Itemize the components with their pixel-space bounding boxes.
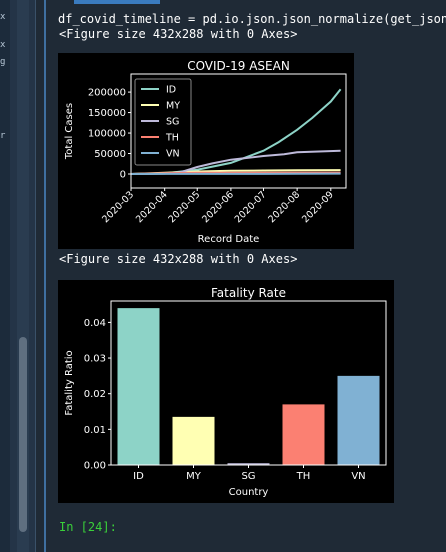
y-tick-label: 0.02 xyxy=(84,389,106,400)
y-tick-label: 200000 xyxy=(88,88,126,99)
bar-vn xyxy=(337,375,380,465)
x-tick-label: MY xyxy=(186,471,202,482)
gutter-text-char: x xyxy=(0,40,6,50)
x-tick-label: 2020-05 xyxy=(167,189,203,225)
bar-chart-figure: Fatality Rate ID MY SG TH VN 0.00 0.01 0.02 0.03 0… xyxy=(58,280,394,503)
line-chart-figure: COVID-19 ASEAN 0 50000 100000 150000 200000 20… xyxy=(58,53,354,249)
line-chart-svg: COVID-19 ASEAN 0 50000 100000 150000 200000 20… xyxy=(64,59,347,245)
chart-title: COVID-19 ASEAN xyxy=(187,59,290,73)
x-tick-label: TH xyxy=(296,471,311,482)
x-tick-label: 2020-08 xyxy=(266,189,302,225)
gutter-text-char: r xyxy=(0,131,6,141)
legend-label: TH xyxy=(165,133,179,144)
sidebar-scrollbar-thumb[interactable] xyxy=(19,337,27,532)
gutter-text-char: g xyxy=(0,57,6,67)
figure-output-label: <Figure size 432x288 with 0 Axes> xyxy=(59,252,298,266)
x-tick-label: SG xyxy=(241,471,255,482)
y-tick-label: 50000 xyxy=(94,149,126,160)
y-tick-label: 0 xyxy=(120,170,126,181)
input-prompt: In [24]: xyxy=(59,520,117,534)
active-tab-indicator[interactable] xyxy=(74,0,160,4)
y-tick-label: 0.03 xyxy=(84,354,106,365)
y-tick-label: 100000 xyxy=(88,129,126,140)
x-tick-label: 2020-04 xyxy=(134,189,170,225)
y-tick-label: 0.04 xyxy=(84,318,106,329)
bar-chart-svg: Fatality Rate ID MY SG TH VN 0.00 0.01 0.02 0.03 0… xyxy=(64,286,387,498)
active-cell-indicator xyxy=(44,0,46,552)
x-tick-label: ID xyxy=(133,471,144,482)
panel-divider xyxy=(35,0,36,552)
x-tick-label: 2020-03 xyxy=(100,189,136,225)
x-tick-label: VN xyxy=(351,471,365,482)
legend-label: MY xyxy=(166,101,180,112)
x-tick-label: 2020-07 xyxy=(233,189,269,225)
y-tick-label: 0.01 xyxy=(84,425,106,436)
legend-label: VN xyxy=(166,149,180,160)
bar-th xyxy=(282,404,325,465)
legend-label: ID xyxy=(166,85,176,96)
x-axis-label: Record Date xyxy=(198,234,260,245)
y-tick-label: 150000 xyxy=(88,108,126,119)
gutter-text-char: x xyxy=(0,12,6,22)
y-tick-label: 0.00 xyxy=(84,461,106,472)
x-axis-label: Country xyxy=(229,487,269,498)
chart-title: Fatality Rate xyxy=(211,286,286,300)
bar-my xyxy=(172,416,215,465)
left-panel-strip xyxy=(0,0,10,552)
y-axis-label: Total Cases xyxy=(64,103,75,160)
y-axis-label: Fatality Ratio xyxy=(64,350,75,415)
x-tick-label: 2020-09 xyxy=(300,189,336,225)
figure-output-label: <Figure size 432x288 with 0 Axes> xyxy=(59,27,298,41)
bar-id xyxy=(117,308,160,465)
legend-label: SG xyxy=(166,117,179,128)
x-tick-label: 2020-06 xyxy=(200,189,236,225)
